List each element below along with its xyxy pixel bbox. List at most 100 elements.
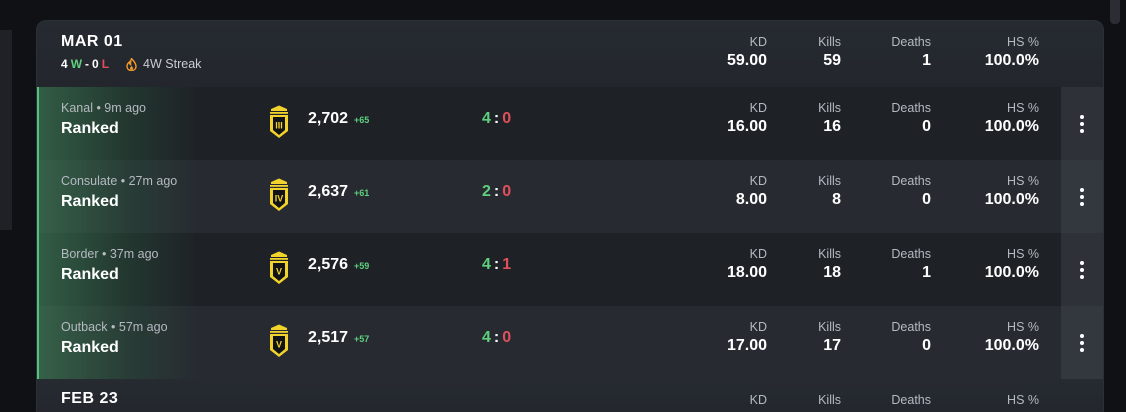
match-meta: Border • 37m ago: [61, 247, 159, 261]
record-dash: -: [85, 57, 90, 71]
stat-label: Deaths: [891, 247, 931, 261]
flame-icon: [126, 57, 137, 71]
stat-value: 18: [823, 264, 841, 281]
stat-deaths: Deaths 0: [891, 320, 931, 355]
losses-count: 0: [92, 57, 99, 71]
rank-points-delta: +61: [354, 188, 370, 198]
rank-points: 2,702: [308, 110, 349, 127]
stat-hs: HS % 100.0%: [985, 35, 1039, 70]
match-options-button[interactable]: [1061, 160, 1103, 233]
stat-label: Kills: [818, 101, 841, 115]
match-options-button[interactable]: [1061, 87, 1103, 160]
match-mode: Ranked: [61, 266, 119, 283]
stat-value: 8.00: [735, 191, 767, 208]
stat-deaths: Deaths 1: [891, 35, 931, 70]
more-vertical-icon: [1080, 333, 1084, 352]
losses-letter: L: [101, 57, 110, 71]
score-lost: 1: [502, 256, 512, 273]
score-won: 4: [482, 110, 491, 127]
stat-value: 18.00: [726, 264, 767, 281]
rank-points: 2,517: [308, 329, 349, 346]
match-row[interactable]: Kanal • 9m ago Ranked III 2,702 +65 4:0 …: [37, 87, 1103, 160]
stat-label: Deaths: [891, 174, 931, 188]
stat-kills: Kills 18: [818, 247, 841, 282]
round-score: 4:0: [482, 329, 511, 347]
score-lost: 0: [502, 110, 512, 127]
score-separator: :: [493, 110, 500, 127]
stat-value: 0: [922, 337, 931, 354]
stat-value: 16: [823, 118, 841, 135]
stat-label: KD: [749, 174, 767, 188]
streak-text: 4W Streak: [143, 57, 202, 71]
stat-kills: Kills 8: [818, 174, 841, 209]
stat-label: HS %: [1007, 320, 1039, 334]
day-header: FEB 23 KD Kills Deaths HS %: [37, 379, 1103, 412]
day-title: FEB 23: [61, 390, 119, 407]
stat-hs: HS % 100.0%: [985, 320, 1039, 355]
stat-kd: KD 16.00: [727, 101, 767, 136]
rank-III-icon: III: [270, 105, 288, 138]
stat-kills: Kills 17: [818, 320, 841, 355]
stat-label: Kills: [818, 320, 841, 334]
rank-V-icon: V: [270, 251, 288, 284]
match-row[interactable]: Border • 37m ago Ranked V 2,576 +59 4:1 …: [37, 233, 1103, 306]
more-vertical-icon: [1080, 187, 1084, 206]
stat-value: 100.0%: [984, 191, 1039, 208]
rank-V-icon: V: [270, 324, 288, 357]
stat-label: HS %: [1007, 101, 1039, 115]
streak-badge: 4W Streak: [126, 57, 201, 71]
rank-points: 2,637: [308, 183, 349, 200]
stat-value: 100.0%: [984, 118, 1039, 135]
stat-kd: KD 18.00: [727, 247, 767, 282]
score-separator: :: [493, 256, 500, 273]
match-row[interactable]: Consulate • 27m ago Ranked IV 2,637 +61 …: [37, 160, 1103, 233]
match-options-button[interactable]: [1061, 233, 1103, 306]
stat-label: Deaths: [891, 101, 931, 115]
stat-deaths: Deaths 0: [891, 101, 931, 136]
match-history-card: MAR 01 4 W - 0 L 4W Streak KD 59.00 Kill…: [36, 20, 1104, 412]
match-meta: Outback • 57m ago: [61, 320, 168, 334]
scrollbar-track[interactable]: [1109, 0, 1126, 412]
rank-numeral: V: [276, 340, 282, 350]
match-mode: Ranked: [61, 339, 119, 356]
scrollbar-thumb[interactable]: [1110, 0, 1120, 24]
score-lost: 0: [502, 183, 512, 200]
stat-hs: HS % 100.0%: [985, 247, 1039, 282]
stat-label: KD: [749, 320, 767, 334]
stat-value: 59: [823, 52, 841, 69]
stat-label: KD: [749, 35, 767, 49]
stat-value: 1: [922, 52, 931, 69]
more-vertical-icon: [1080, 260, 1084, 279]
rank-points-delta: +65: [354, 115, 370, 125]
match-meta: Kanal • 9m ago: [61, 101, 146, 115]
score-separator: :: [493, 329, 500, 346]
stat-value: 16.00: [726, 118, 767, 135]
match-row[interactable]: Outback • 57m ago Ranked V 2,517 +57 4:0…: [37, 306, 1103, 379]
stat-hs: HS % 100.0%: [985, 101, 1039, 136]
stat-kills: Kills: [818, 393, 841, 407]
stat-label: Deaths: [891, 320, 931, 334]
match-mode: Ranked: [61, 120, 119, 137]
stat-label: Kills: [818, 247, 841, 261]
stat-label: Kills: [818, 393, 841, 407]
score-won: 2: [482, 183, 491, 200]
stat-hs: HS % 100.0%: [985, 174, 1039, 209]
wins-letter: W: [70, 57, 83, 71]
stat-kills: Kills 16: [818, 101, 841, 136]
stat-kd: KD 59.00: [727, 35, 767, 70]
stat-label: HS %: [1007, 393, 1039, 407]
match-mode: Ranked: [61, 193, 119, 210]
score-won: 4: [482, 329, 491, 346]
score-lost: 0: [502, 329, 512, 346]
day-title: MAR 01: [61, 33, 123, 50]
stat-label: KD: [749, 247, 767, 261]
stat-value: 100.0%: [984, 52, 1039, 69]
rank-numeral: III: [275, 121, 283, 131]
round-score: 2:0: [482, 183, 511, 201]
stat-label: HS %: [1007, 247, 1039, 261]
rank-IV-icon: IV: [270, 178, 288, 211]
stat-value: 0: [922, 191, 931, 208]
stat-label: Kills: [818, 174, 841, 188]
stat-kd: KD 8.00: [736, 174, 767, 209]
match-options-button[interactable]: [1061, 306, 1103, 379]
